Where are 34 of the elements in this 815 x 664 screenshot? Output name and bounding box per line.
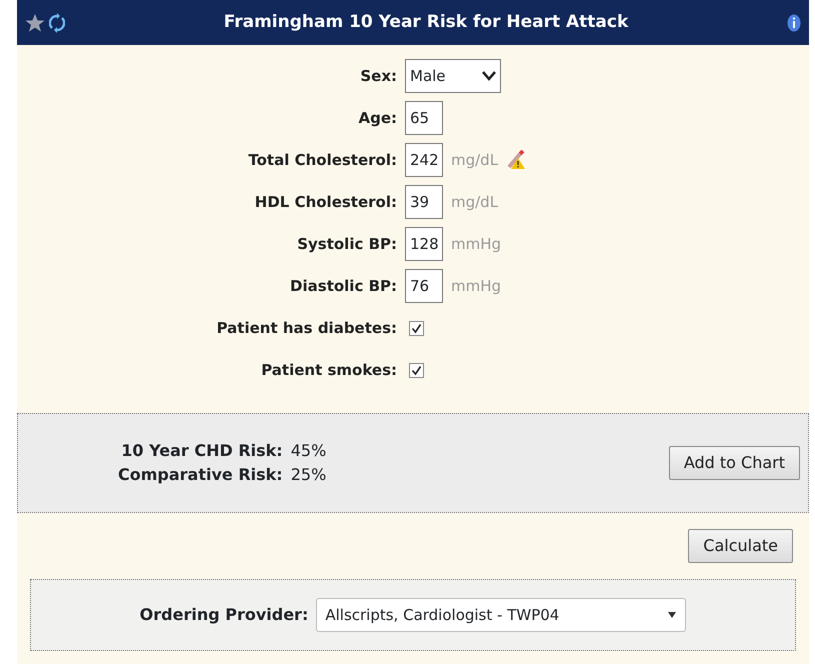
unit-label: mmHg — [451, 234, 502, 255]
provider-dropdown[interactable]: Allscripts, Cardiologist - TWP04 — [316, 598, 686, 632]
field-label: Total Cholesterol: — [247, 150, 397, 171]
unit-label: mg/dL — [451, 192, 498, 213]
calculate-button[interactable]: Calculate — [688, 529, 793, 563]
field-label: Patient smokes: — [260, 360, 397, 381]
result-value: 25% — [290, 464, 326, 486]
checkbox[interactable] — [409, 362, 424, 378]
info-icon[interactable] — [787, 14, 801, 32]
window-title: Framingham 10 Year Risk for Heart Attack — [222, 10, 630, 34]
chevron-down-icon — [482, 71, 496, 81]
field-label: Diastolic BP: — [289, 276, 397, 297]
caret-icon — [667, 611, 678, 619]
field-label: Sex: — [359, 66, 397, 87]
provider-label: Ordering Provider: — [140, 604, 308, 626]
refresh-icon[interactable] — [49, 12, 65, 32]
checkbox[interactable] — [409, 320, 424, 336]
star-icon[interactable] — [25, 12, 45, 32]
number-field[interactable]: 39 — [405, 185, 443, 219]
field-label: Patient has diabetes: — [216, 318, 397, 339]
unit-label: mg/dL — [451, 150, 498, 171]
field-label: Age: — [357, 108, 397, 129]
number-field[interactable]: 242 — [405, 143, 443, 177]
result-label: Comparative Risk: — [118, 464, 283, 486]
result-label: 10 Year CHD Risk: — [120, 440, 283, 462]
number-field[interactable]: 76 — [405, 269, 443, 303]
number-field[interactable]: 65 — [405, 101, 443, 135]
field-label: HDL Cholesterol: — [254, 192, 397, 213]
unit-label: mmHg — [451, 276, 502, 297]
add-to-chart-button[interactable]: Add to Chart — [668, 446, 800, 480]
field-label: Systolic BP: — [296, 234, 397, 255]
result-value: 45% — [290, 440, 326, 462]
number-field[interactable]: 128 — [405, 227, 443, 261]
sex-dropdown[interactable]: Male — [405, 59, 501, 93]
